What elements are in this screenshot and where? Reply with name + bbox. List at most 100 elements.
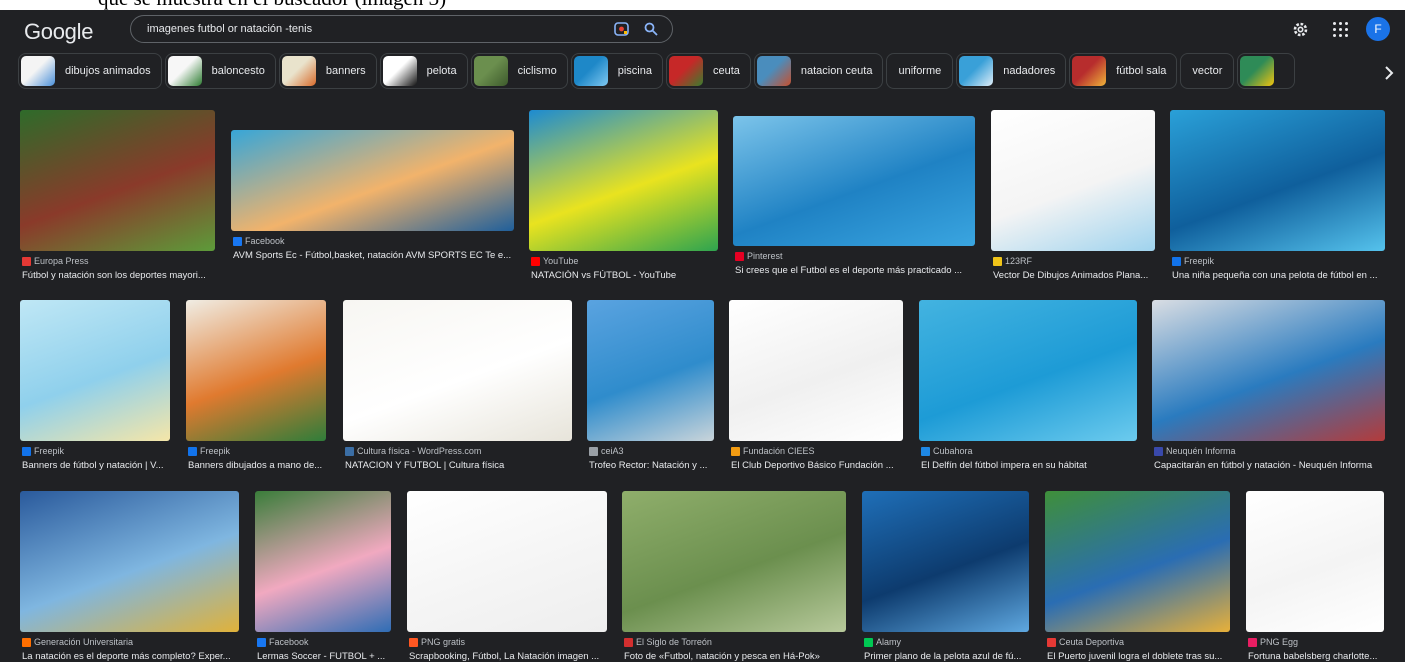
result-thumbnail[interactable]	[991, 110, 1155, 251]
result-thumbnail[interactable]	[1045, 491, 1230, 632]
result-source[interactable]: Alamy	[864, 637, 901, 647]
result-title[interactable]: Una niña pequeña con una pelota de fútbo…	[1172, 270, 1387, 281]
result-title[interactable]: Trofeo Rector: Natación y ...	[589, 460, 716, 471]
search-box[interactable]: imagenes futbol or natación -tenis	[130, 15, 673, 43]
result-thumbnail[interactable]	[20, 110, 215, 251]
result-source[interactable]: Generación Universitaria	[22, 637, 133, 647]
result-title[interactable]: Vector De Dibujos Animados Plana...	[993, 270, 1157, 281]
image-result[interactable]: Facebook Lermas Soccer - FUTBOL + ...	[255, 489, 391, 662]
chip-nadadores[interactable]: nadadores	[956, 53, 1067, 89]
google-lens-icon[interactable]	[614, 22, 629, 36]
result-source[interactable]: Cultura física - WordPress.com	[345, 446, 481, 456]
result-title[interactable]: Fútbol y natación son los deportes mayor…	[22, 270, 217, 281]
image-result[interactable]: Alamy Primer plano de la pelota azul de f…	[862, 489, 1029, 662]
result-title[interactable]: El Delfín del fútbol impera en su hábita…	[921, 460, 1139, 471]
result-thumbnail[interactable]	[343, 300, 572, 441]
result-source[interactable]: Europa Press	[22, 256, 89, 266]
result-thumbnail[interactable]	[587, 300, 714, 441]
search-input[interactable]: imagenes futbol or natación -tenis	[147, 23, 312, 35]
image-result[interactable]: PNG Egg Fortuna babelsberg charlotte...	[1246, 489, 1384, 662]
result-source[interactable]: Facebook	[233, 236, 285, 246]
result-source[interactable]: PNG gratis	[409, 637, 465, 647]
chip-ciclismo[interactable]: ciclismo	[470, 53, 568, 89]
result-source[interactable]: ceiA3	[589, 446, 624, 456]
search-icon[interactable]	[644, 22, 658, 36]
result-source[interactable]: Freepik	[1172, 256, 1214, 266]
result-thumbnail[interactable]	[186, 300, 326, 441]
image-result[interactable]: El Siglo de Torreón Foto de «Futbol, nata…	[622, 489, 846, 662]
chip-dibujos-animados[interactable]: dibujos animados	[18, 53, 162, 89]
result-thumbnail[interactable]	[1170, 110, 1385, 251]
chip-pelota[interactable]: pelota	[379, 53, 468, 89]
result-source[interactable]: Neuquén Informa	[1154, 446, 1236, 456]
chip-piscina[interactable]: piscina	[570, 53, 663, 89]
result-title[interactable]: Capacitarán en fútbol y natación - Neuqu…	[1154, 460, 1387, 471]
result-source-name: Cultura física - WordPress.com	[357, 446, 482, 456]
result-title[interactable]: Si crees que el Futbol es el deporte más…	[735, 265, 977, 276]
image-result[interactable]: Generación Universitaria La natación es e…	[20, 489, 239, 662]
result-thumbnail[interactable]	[231, 130, 514, 231]
result-title[interactable]: El Club Deportivo Básico Fundación ...	[731, 460, 905, 471]
chip-fútbol-sala[interactable]: fútbol sala	[1069, 53, 1178, 89]
result-title[interactable]: NATACIÓN vs FÚTBOL - YouTube	[531, 270, 720, 281]
chip-vector[interactable]: vector	[1180, 53, 1235, 89]
account-avatar[interactable]: F	[1366, 17, 1390, 41]
result-title[interactable]: AVM Sports Ec - Fútbol,basket, natación …	[233, 250, 516, 261]
result-source[interactable]: Freepik	[188, 446, 230, 456]
result-thumbnail[interactable]	[729, 300, 903, 441]
result-title[interactable]: Banners dibujados a mano de...	[188, 460, 328, 471]
settings-gear-icon[interactable]	[1292, 21, 1309, 38]
result-source[interactable]: YouTube	[531, 256, 578, 266]
result-source[interactable]: Pinterest	[735, 251, 783, 261]
chip-thumbnail	[382, 56, 417, 86]
source-favicon-icon	[1248, 637, 1257, 647]
result-source[interactable]: 123RF	[993, 256, 1032, 266]
result-title[interactable]: Primer plano de la pelota azul de fú...	[864, 651, 1031, 662]
result-title[interactable]: La natación es el deporte más completo? …	[22, 651, 241, 662]
chip-banners[interactable]: banners	[278, 53, 377, 89]
source-favicon-icon	[1172, 256, 1181, 266]
chevron-right-icon	[1385, 66, 1394, 80]
chip-label: vector	[1192, 65, 1223, 77]
chip-natacion-ceuta[interactable]: natacion ceuta	[753, 53, 884, 89]
chip-baloncesto[interactable]: baloncesto	[164, 53, 276, 89]
result-source[interactable]: El Siglo de Torreón	[624, 637, 712, 647]
result-source[interactable]: Freepik	[22, 446, 64, 456]
result-source[interactable]: Fundación CIEES	[731, 446, 815, 456]
result-source[interactable]: Facebook	[257, 637, 309, 647]
image-result[interactable]: Ceuta Deportiva El Puerto juvenil logra e…	[1045, 489, 1230, 662]
chip-more[interactable]	[1237, 53, 1296, 89]
chip-ceuta[interactable]: ceuta	[665, 53, 751, 89]
chip-thumbnail	[668, 56, 703, 86]
result-thumbnail[interactable]	[20, 300, 170, 441]
result-title[interactable]: El Puerto juvenil logra el doblete tras …	[1047, 651, 1232, 662]
result-source[interactable]: PNG Egg	[1248, 637, 1298, 647]
related-searches-chips: dibujos animados baloncesto banners pelota c…	[18, 53, 1388, 91]
result-title[interactable]: Scrapbooking, Fútbol, La Natación imagen…	[409, 651, 609, 662]
chip-uniforme[interactable]: uniforme	[886, 53, 954, 89]
result-source[interactable]: Cubahora	[921, 446, 973, 456]
result-thumbnail[interactable]	[862, 491, 1029, 632]
result-thumbnail[interactable]	[529, 110, 718, 251]
result-title[interactable]: Fortuna babelsberg charlotte...	[1248, 651, 1386, 662]
result-source-name: Neuquén Informa	[1166, 446, 1236, 456]
chip-thumbnail	[756, 56, 791, 86]
result-title[interactable]: NATACION Y FUTBOL | Cultura física	[345, 460, 574, 471]
chip-label: banners	[325, 65, 366, 77]
result-thumbnail[interactable]	[622, 491, 846, 632]
result-thumbnail[interactable]	[255, 491, 391, 632]
chips-next-button[interactable]	[1373, 55, 1405, 91]
result-thumbnail[interactable]	[1152, 300, 1385, 441]
apps-grid-icon[interactable]	[1333, 22, 1348, 37]
result-title[interactable]: Foto de «Futbol, natación y pesca en Há-…	[624, 651, 848, 662]
result-title[interactable]: Lermas Soccer - FUTBOL + ...	[257, 651, 393, 662]
result-source[interactable]: Ceuta Deportiva	[1047, 637, 1124, 647]
result-thumbnail[interactable]	[407, 491, 607, 632]
image-result[interactable]: PNG gratis Scrapbooking, Fútbol, La Natac…	[407, 489, 607, 662]
result-thumbnail[interactable]	[919, 300, 1137, 441]
google-logo[interactable]: Google	[24, 19, 93, 45]
result-thumbnail[interactable]	[733, 116, 975, 246]
result-thumbnail[interactable]	[1246, 491, 1384, 632]
result-title[interactable]: Banners de fútbol y natación | V...	[22, 460, 172, 471]
result-thumbnail[interactable]	[20, 491, 239, 632]
